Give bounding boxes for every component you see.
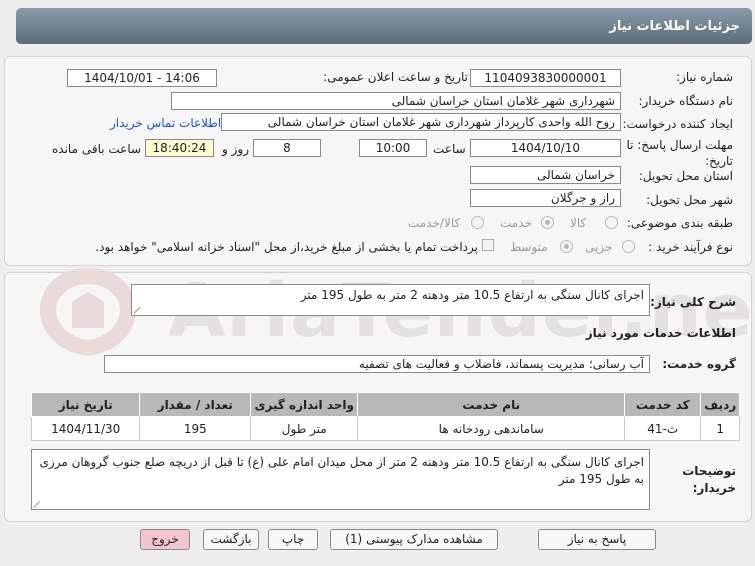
deadline-time-field: 10:00	[359, 139, 427, 157]
summary-label: شرح کلی نیاز:	[650, 295, 736, 309]
buyer-org-field: شهرداری شهر غلامان استان خراسان شمالی	[171, 92, 621, 110]
cell-row-number: 1	[700, 416, 740, 441]
requester-label: ایجاد کننده درخواست:	[622, 117, 733, 131]
category-radio-goods[interactable]	[605, 216, 618, 229]
category-option-service: خدمت	[500, 216, 532, 230]
deadline-label: مهلت ارسال پاسخ: تا تاریخ:	[626, 138, 733, 168]
service-group-label: گروه خدمت:	[662, 357, 736, 371]
exit-button[interactable]: خروج	[140, 529, 190, 550]
col-quantity: تعداد / مقدار	[139, 392, 252, 417]
category-option-goods: کالا	[570, 216, 587, 230]
need-number-label: شماره نیاز:	[676, 70, 733, 84]
deadline-date-field: 1404/10/10	[470, 139, 621, 157]
category-option-goods-service: کالا/خدمت	[408, 216, 461, 230]
buyer-notes-resize-handle[interactable]	[34, 499, 43, 508]
city-label: شهر محل تحویل:	[646, 193, 733, 207]
window-title-bar: جزئیات اطلاعات نیاز	[16, 8, 752, 44]
days-label: روز و	[222, 142, 249, 156]
service-group-field: آب رسانی؛ مدیریت پسماند، فاضلاب و فعالیت…	[104, 355, 650, 373]
reply-button[interactable]: پاسخ به نیاز	[538, 529, 656, 550]
cell-service-code: ث-41	[624, 416, 702, 441]
col-service-code: کد خدمت	[624, 392, 702, 417]
cell-quantity: 195	[139, 416, 252, 441]
summary-field: اجرای کانال سنگی به ارتفاع 10.5 متر ودهن…	[131, 284, 650, 316]
services-table-header: ردیف کد خدمت نام خدمت واحد اندازه گیری ت…	[30, 392, 740, 417]
payment-note: پرداخت تمام یا بخشی از مبلغ خرید،از محل …	[95, 240, 478, 254]
back-button[interactable]: بازگشت	[203, 529, 259, 550]
cell-unit: متر طول	[250, 416, 359, 441]
announce-label: تاریخ و ساعت اعلان عمومی:	[323, 70, 468, 84]
process-option-minor: جزیی	[585, 240, 613, 254]
attachments-button[interactable]: مشاهده مدارک پیوستی (1)	[330, 529, 498, 550]
category-label: طبقه بندی موضوعی:	[626, 216, 733, 230]
remaining-time-field: 18:40:24	[145, 139, 214, 157]
col-need-date: تاریخ نیاز	[30, 392, 141, 417]
cell-service-name: ساماندهی رودخانه ها	[357, 416, 626, 441]
buyer-notes-label: توضیحات خریدار:	[682, 464, 736, 495]
contact-buyer-link[interactable]: اطلاعات تماس خریدار	[110, 116, 221, 130]
col-service-name: نام خدمت	[357, 392, 626, 417]
announce-field: 1404/10/01 - 14:06	[67, 69, 217, 87]
summary-resize-handle[interactable]	[134, 305, 143, 314]
process-option-medium: متوسط	[510, 240, 548, 254]
category-radio-service[interactable]	[541, 216, 554, 229]
services-table: ردیف کد خدمت نام خدمت واحد اندازه گیری ت…	[30, 392, 740, 441]
requester-field: روح الله واحدی کارپرداز شهرداری شهر غلام…	[221, 113, 621, 131]
need-number-field: 1104093830000001	[470, 69, 621, 87]
table-row: 1 ث-41 ساماندهی رودخانه ها متر طول 195 1…	[30, 416, 740, 441]
window-title: جزئیات اطلاعات نیاز	[609, 18, 740, 34]
col-unit: واحد اندازه گیری	[250, 392, 359, 417]
buyer-org-label: نام دستگاه خریدار:	[638, 94, 734, 108]
process-radio-minor[interactable]	[622, 240, 635, 253]
province-field: خراسان شمالی	[470, 166, 621, 184]
remaining-label: ساعت باقی مانده	[52, 142, 142, 156]
col-row-number: ردیف	[700, 392, 740, 417]
province-label: استان محل تحویل:	[638, 169, 733, 183]
deadline-time-label: ساعت	[433, 142, 466, 156]
days-field: 8	[253, 139, 321, 157]
print-button[interactable]: چاپ	[268, 529, 318, 550]
category-radio-goods-service[interactable]	[471, 216, 484, 229]
process-radio-medium[interactable]	[560, 240, 573, 253]
city-field: راز و جرگلان	[470, 189, 621, 207]
treasury-checkbox[interactable]	[482, 239, 494, 251]
cell-need-date: 1404/11/30	[30, 416, 141, 441]
services-section-title: اطلاعات خدمات مورد نیاز	[585, 326, 736, 340]
process-label: نوع فرآیند خرید :	[648, 240, 733, 254]
buyer-notes-field: اجرای کانال سنگی به ارتفاع 10.5 متر ودهن…	[31, 449, 650, 510]
